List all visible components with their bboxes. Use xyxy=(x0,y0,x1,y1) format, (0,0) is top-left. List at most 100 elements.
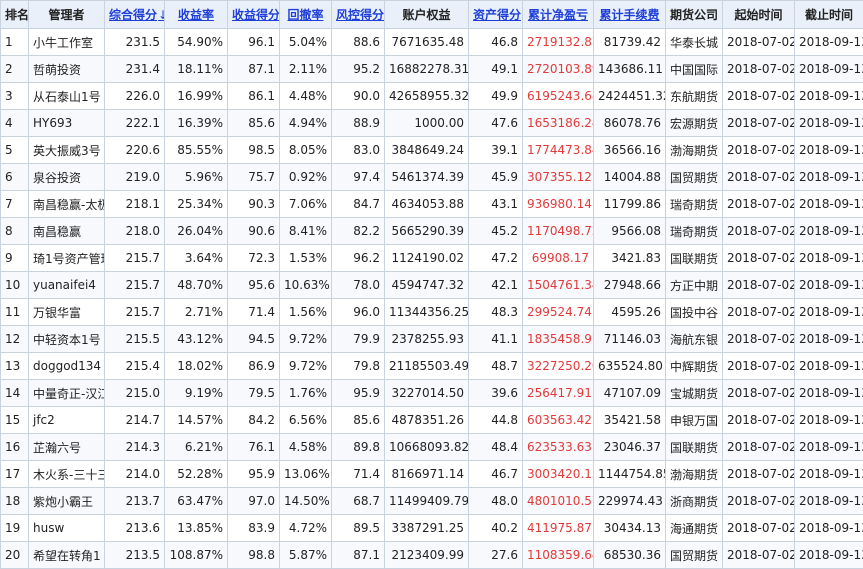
drawdown-cell: 9.72% xyxy=(279,352,332,380)
return-score-cell: 90.3 xyxy=(227,190,280,218)
return-score-cell: 85.6 xyxy=(227,109,280,137)
manager-cell[interactable]: husw xyxy=(28,514,105,542)
manager-cell[interactable]: 英大振威3号 xyxy=(28,136,105,164)
end-time-cell: 2018-09-13 xyxy=(794,217,863,245)
rank-cell: 13 xyxy=(0,352,29,380)
broker-cell: 渤海期货 xyxy=(665,136,723,164)
end-time-cell: 2018-09-13 xyxy=(794,244,863,272)
manager-cell[interactable]: 哲萌投资 xyxy=(28,55,105,83)
col-asset-score[interactable]: 资产得分 xyxy=(468,0,523,29)
manager-cell[interactable]: 泉谷投资 xyxy=(28,163,105,191)
table-row: 2 哲萌投资 231.4 18.11% 87.1 2.11% 95.2 16882278.31… xyxy=(0,55,863,83)
drawdown-cell: 1.53% xyxy=(279,244,332,272)
return-score-cell: 75.7 xyxy=(227,163,280,191)
composite-score-cell: 231.5 xyxy=(104,28,165,56)
table-row: 3 从石泰山1号 226.0 16.99% 86.1 4.48% 90.0 42658955.… xyxy=(0,82,863,110)
col-fee[interactable]: 累计手续费 xyxy=(593,0,666,29)
rank-cell: 2 xyxy=(0,55,29,83)
drawdown-cell: 1.76% xyxy=(279,379,332,407)
fee-cell: 11799.86 xyxy=(593,190,666,218)
return-rate-cell: 9.19% xyxy=(164,379,228,407)
rank-cell: 5 xyxy=(0,136,29,164)
end-time-cell: 2018-09-13 xyxy=(794,433,863,461)
manager-cell[interactable]: 芷瀚六号 xyxy=(28,433,105,461)
end-time-cell: 2018-09-13 xyxy=(794,298,863,326)
net-profit-cell: 1504761.34 xyxy=(522,271,594,299)
end-time-cell: 2018-09-13 xyxy=(794,28,863,56)
composite-score-cell: 213.7 xyxy=(104,487,165,515)
return-score-cell: 96.1 xyxy=(227,28,280,56)
drawdown-cell: 4.48% xyxy=(279,82,332,110)
end-time-cell: 2018-09-13 xyxy=(794,406,863,434)
col-return-rate[interactable]: 收益率 xyxy=(164,0,228,29)
equity-cell: 4878351.26 xyxy=(384,406,469,434)
return-rate-cell: 26.04% xyxy=(164,217,228,245)
drawdown-cell: 0.92% xyxy=(279,163,332,191)
table-row: 6 泉谷投资 219.0 5.96% 75.7 0.92% 97.4 5461374.39 45… xyxy=(0,163,863,191)
rank-cell: 12 xyxy=(0,325,29,353)
net-profit-cell: 69908.17 xyxy=(522,244,594,272)
risk-score-cell: 68.7 xyxy=(331,487,385,515)
end-time-cell: 2018-09-13 xyxy=(794,190,863,218)
rank-cell: 1 xyxy=(0,28,29,56)
manager-cell[interactable]: 希望在转角1 xyxy=(28,541,105,569)
manager-cell[interactable]: 琦1号资产管理 xyxy=(28,244,105,272)
rank-cell: 8 xyxy=(0,217,29,245)
col-net-profit[interactable]: 累计净盈亏 xyxy=(522,0,594,29)
manager-cell[interactable]: jfc2 xyxy=(28,406,105,434)
manager-cell[interactable]: HY693 xyxy=(28,109,105,137)
col-composite-score[interactable]: 综合得分↓ xyxy=(104,0,165,29)
composite-score-cell: 218.0 xyxy=(104,217,165,245)
manager-cell[interactable]: 中量奇正-汉江 xyxy=(28,379,105,407)
asset-score-cell: 40.2 xyxy=(468,514,523,542)
col-return-score[interactable]: 收益得分 xyxy=(227,0,280,29)
end-time-cell: 2018-09-13 xyxy=(794,460,863,488)
end-time-cell: 2018-09-13 xyxy=(794,136,863,164)
risk-score-cell: 96.2 xyxy=(331,244,385,272)
manager-cell[interactable]: 万银华富 xyxy=(28,298,105,326)
table-row: 11 万银华富 215.7 2.71% 71.4 1.56% 96.0 11344356.25… xyxy=(0,298,863,326)
rank-cell: 4 xyxy=(0,109,29,137)
risk-score-cell: 95.2 xyxy=(331,55,385,83)
net-profit-cell: 3003420.15 xyxy=(522,460,594,488)
manager-cell[interactable]: doggod134 xyxy=(28,352,105,380)
manager-cell[interactable]: 木火系-三十三 xyxy=(28,460,105,488)
start-time-cell: 2018-07-02 xyxy=(722,460,795,488)
manager-cell[interactable]: 南昌稳赢 xyxy=(28,217,105,245)
start-time-cell: 2018-07-02 xyxy=(722,28,795,56)
table-row: 10 yuanaifei4 215.7 48.70% 95.6 10.63% 78.0 459… xyxy=(0,271,863,299)
end-time-cell: 2018-09-13 xyxy=(794,325,863,353)
table-row: 8 南昌稳赢 218.0 26.04% 90.6 8.41% 82.2 5665290.39 4… xyxy=(0,217,863,245)
start-time-cell: 2018-07-02 xyxy=(722,325,795,353)
rank-cell: 20 xyxy=(0,541,29,569)
broker-cell: 瑞奇期货 xyxy=(665,190,723,218)
start-time-cell: 2018-07-02 xyxy=(722,406,795,434)
return-score-cell: 79.5 xyxy=(227,379,280,407)
asset-score-cell: 39.6 xyxy=(468,379,523,407)
col-risk-score[interactable]: 风控得分 xyxy=(331,0,385,29)
manager-cell[interactable]: 紫炮小霸王 xyxy=(28,487,105,515)
equity-cell: 42658955.32 xyxy=(384,82,469,110)
manager-cell[interactable]: 小牛工作室 xyxy=(28,28,105,56)
asset-score-cell: 43.1 xyxy=(468,190,523,218)
broker-cell: 国联期货 xyxy=(665,433,723,461)
asset-score-cell: 47.2 xyxy=(468,244,523,272)
net-profit-cell: 411975.87 xyxy=(522,514,594,542)
broker-cell: 瑞奇期货 xyxy=(665,217,723,245)
rank-cell: 15 xyxy=(0,406,29,434)
table-row: 17 木火系-三十三 214.0 52.28% 95.9 13.06% 71.4 816697… xyxy=(0,460,863,488)
manager-cell[interactable]: yuanaifei4 xyxy=(28,271,105,299)
start-time-cell: 2018-07-02 xyxy=(722,82,795,110)
manager-cell[interactable]: 南昌稳赢-太极 xyxy=(28,190,105,218)
broker-cell: 国联期货 xyxy=(665,244,723,272)
composite-score-cell: 222.1 xyxy=(104,109,165,137)
manager-cell[interactable]: 从石泰山1号 xyxy=(28,82,105,110)
asset-score-cell: 42.1 xyxy=(468,271,523,299)
end-time-cell: 2018-09-13 xyxy=(794,82,863,110)
equity-cell: 2123409.99 xyxy=(384,541,469,569)
fee-cell: 71146.03 xyxy=(593,325,666,353)
manager-cell[interactable]: 中轻资本1号 xyxy=(28,325,105,353)
col-drawdown[interactable]: 回撤率 xyxy=(279,0,332,29)
broker-cell: 国投中谷 xyxy=(665,298,723,326)
composite-score-cell: 215.4 xyxy=(104,352,165,380)
